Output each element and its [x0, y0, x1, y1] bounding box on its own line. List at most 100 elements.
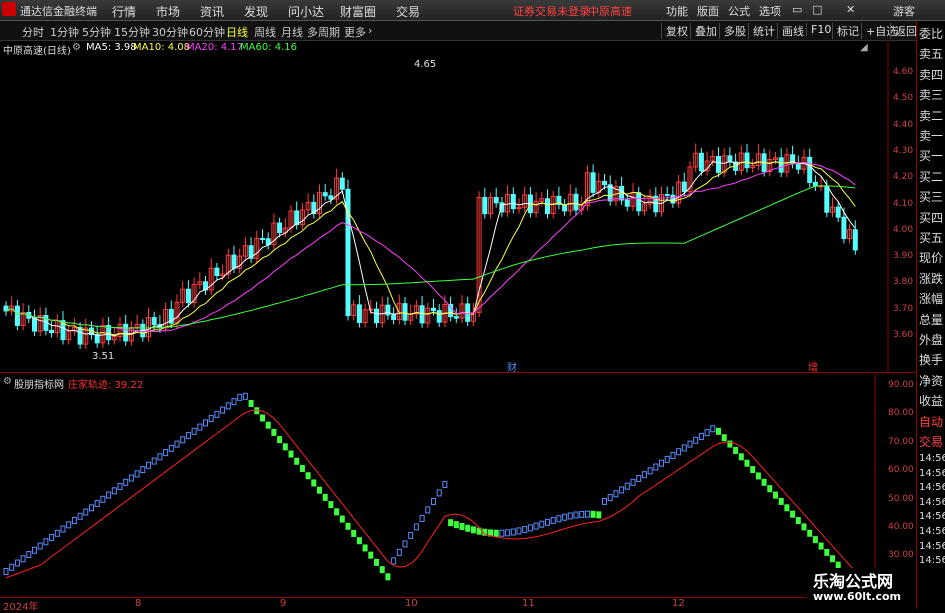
menu-function[interactable]: 功能 — [666, 3, 688, 19]
indicator-bar — [807, 529, 813, 537]
indicator-bar — [168, 444, 174, 452]
indicator-bar — [26, 551, 32, 559]
indicator-tick: 70.00 — [888, 436, 914, 447]
candle — [602, 180, 607, 186]
candle — [716, 155, 721, 173]
expand-icon[interactable]: ◢ — [860, 42, 868, 53]
indicator-bar — [647, 467, 653, 475]
quote-label: 买四 — [919, 210, 944, 225]
candle — [664, 194, 670, 197]
menu-market[interactable]: 行情 — [112, 3, 136, 20]
indicator-bar — [265, 421, 271, 429]
indicator-bar — [470, 526, 476, 534]
quote-label: 14:56 — [919, 482, 945, 494]
price-tick: 4.20 — [893, 172, 914, 183]
close-icon[interactable]: ✕ — [846, 3, 855, 16]
indicator-bar — [208, 415, 214, 423]
candle — [32, 317, 37, 332]
indicator-bar — [77, 512, 83, 520]
indicator-bar — [676, 448, 682, 456]
price-tick: 4.50 — [893, 93, 914, 104]
restore-icon[interactable]: □ — [812, 3, 822, 16]
price-tick: 4.60 — [893, 67, 914, 77]
indicator-bar — [305, 472, 311, 480]
indicator-bar — [191, 427, 197, 435]
menu-formula[interactable]: 公式 — [728, 3, 750, 19]
period-multi[interactable]: 多周期 — [307, 24, 340, 40]
indicator-settings-icon[interactable]: ⚙ — [3, 376, 12, 387]
indicator-chart[interactable]: ⚙ 股朋指标网 庄家轨迹: 39.22 90.00 80.00 70.00 60.00… — [0, 374, 915, 597]
indicator-bar — [379, 566, 385, 574]
indicator-bar — [818, 542, 824, 550]
candlestick-chart[interactable]: 中原高速(日线) ⚙ MA5: 3.98 MA10: 4.08 MA20: 4.… — [0, 40, 915, 374]
indicator-bar — [613, 490, 619, 498]
indicator-bar — [174, 440, 180, 448]
indicator-bar — [812, 536, 818, 544]
period-daily[interactable]: 日线 — [226, 24, 248, 40]
indicator-bar — [767, 485, 773, 493]
overlay-button[interactable]: 叠加 — [690, 23, 717, 39]
period-intraday[interactable]: 分时 — [22, 24, 44, 40]
menu-trade[interactable]: 交易 — [396, 3, 420, 20]
indicator-bar — [339, 515, 345, 523]
period-monthly[interactable]: 月线 — [281, 24, 303, 40]
f10-button[interactable]: F10 — [806, 23, 831, 36]
menu-layout[interactable]: 版面 — [697, 3, 719, 19]
multi-stock-button[interactable]: 多股 — [719, 23, 746, 39]
mark-button[interactable]: 标记 — [832, 23, 859, 39]
period-15min[interactable]: 15分钟 — [114, 24, 150, 40]
price-tick: 4.40 — [893, 119, 914, 130]
ma5-line — [5, 161, 856, 337]
indicator-value: 庄家轨迹: 39.22 — [68, 380, 144, 391]
chevron-right-icon[interactable]: › — [368, 24, 372, 37]
indicator-tick: 90.00 — [888, 380, 914, 390]
quote-label: 委比 — [919, 27, 944, 41]
period-5min[interactable]: 5分钟 — [82, 24, 111, 40]
indicator-bar — [334, 508, 340, 516]
indicator-bar — [413, 523, 419, 531]
settings-icon[interactable]: ⚙ — [72, 42, 81, 53]
login-notice[interactable]: 证券交易未登录 — [513, 3, 590, 19]
stats-button[interactable]: 统计 — [748, 23, 775, 39]
menu-news[interactable]: 资讯 — [200, 3, 224, 20]
period-1min[interactable]: 1分钟 — [50, 24, 79, 40]
minimize-icon[interactable]: ▭ — [792, 3, 802, 16]
guest-label[interactable]: 游客 — [893, 3, 915, 19]
back-button[interactable]: 返回 — [890, 23, 917, 39]
menu-wealth[interactable]: 财富圈 — [340, 3, 376, 20]
x-label: 2024年 — [3, 602, 39, 613]
candle — [339, 177, 345, 190]
candle — [841, 216, 847, 240]
menu-ask[interactable]: 问小达 — [288, 3, 324, 20]
menu-discover[interactable]: 发现 — [244, 3, 268, 20]
indicator-bar — [795, 517, 801, 525]
quote-label: 卖四 — [919, 67, 944, 82]
ma60-line — [5, 185, 856, 329]
quote-label: 净资 — [919, 373, 944, 388]
watermark: 乐淘公式网 www.60lt.com — [805, 568, 915, 608]
indicator-bar — [590, 510, 596, 518]
period-toolbar: 分时 1分钟 5分钟 15分钟 30分钟 60分钟 日线 周线 月线 多周期 更… — [0, 21, 945, 41]
x-label: 8 — [135, 598, 142, 609]
draw-button[interactable]: 画线 — [777, 23, 804, 39]
indicator-title: 股朋指标网 — [14, 380, 64, 391]
period-more[interactable]: 更多 — [344, 24, 366, 40]
indicator-bar — [619, 486, 625, 494]
candle — [482, 196, 488, 215]
menu-options[interactable]: 选项 — [759, 3, 781, 19]
indicator-bar — [733, 446, 739, 454]
indicator-bar — [277, 436, 283, 444]
adjust-button[interactable]: 复权 — [661, 23, 688, 39]
indicator-bar — [550, 516, 556, 524]
indicator-bar — [83, 508, 89, 516]
period-weekly[interactable]: 周线 — [254, 24, 276, 40]
pane-divider — [0, 372, 915, 373]
candle — [436, 310, 442, 323]
period-30min[interactable]: 30分钟 — [152, 24, 188, 40]
period-60min[interactable]: 60分钟 — [189, 24, 225, 40]
indicator-bar — [773, 491, 778, 499]
indicator-bar — [505, 529, 511, 537]
menu-exchange[interactable]: 市场 — [156, 3, 180, 20]
indicator-bar — [545, 518, 550, 526]
indicator-bar — [584, 510, 590, 518]
